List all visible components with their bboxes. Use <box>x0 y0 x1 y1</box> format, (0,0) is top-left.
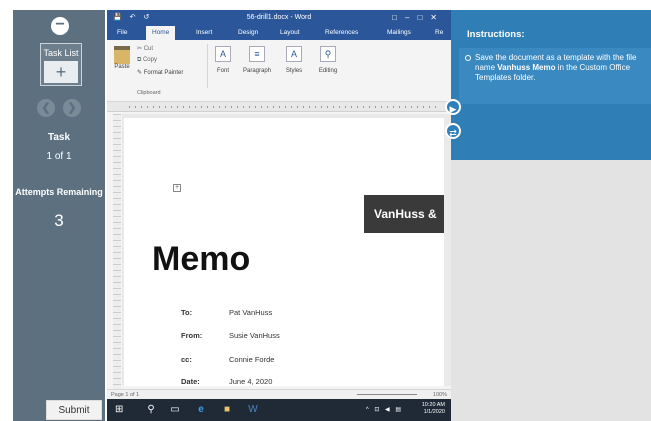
clipboard-icon <box>114 46 130 64</box>
task-view-icon[interactable]: ▭ <box>169 404 181 416</box>
task-counter: 1 of 1 <box>46 151 72 162</box>
attempts-count: 3 <box>54 211 64 230</box>
zoom-slider[interactable] <box>357 394 417 395</box>
font-label: Font <box>216 68 229 74</box>
edge-icon[interactable]: e <box>195 404 207 416</box>
search-icon[interactable]: ⚲ <box>145 404 157 416</box>
format-painter-label: Format Painter <box>143 70 184 76</box>
field-key: cc: <box>181 355 192 364</box>
vertical-ruler[interactable] <box>113 114 121 389</box>
brush-icon: ✎ <box>137 70 144 76</box>
ruler-ticks <box>129 106 441 108</box>
tab-design[interactable]: Design <box>238 26 258 40</box>
task-label: Task <box>47 132 71 143</box>
field-key: From: <box>181 331 203 340</box>
field-value: Connie Forde <box>229 355 275 364</box>
tab-mailings[interactable]: Mailings <box>387 26 411 40</box>
submit-button[interactable]: Submit <box>46 400 102 420</box>
ribbon-tabs: File Home Insert Design Layout Reference… <box>107 26 451 40</box>
plus-icon: + <box>44 61 78 83</box>
window-controls[interactable]: □–□✕ <box>392 10 445 26</box>
paragraph-icon: ≡ <box>249 46 265 62</box>
letterhead-banner: VanHuss & <box>364 195 444 233</box>
cut-label: Cut <box>143 46 154 52</box>
cut-button[interactable]: ✂ Cut <box>137 45 153 52</box>
title-bar: 💾 ↶ ↺ 56-drill1.docx - Word □–□✕ <box>107 10 451 26</box>
field-value: Susie VanHuss <box>229 331 280 340</box>
chevron-right-icon: ❯ <box>67 102 77 114</box>
field-value: June 4, 2020 <box>229 377 273 386</box>
instruction-item: Save the document as a template with the… <box>459 48 651 104</box>
tab-references[interactable]: References <box>325 26 358 40</box>
format-painter-button[interactable]: ✎ Format Painter <box>137 69 183 76</box>
play-button[interactable]: ▶ <box>445 99 461 115</box>
windows-start-icon[interactable]: ⊞ <box>115 405 123 415</box>
instructions-panel: Instructions: Save the document as a tem… <box>451 10 651 160</box>
word-window: 💾 ↶ ↺ 56-drill1.docx - Word □–□✕ File Ho… <box>107 10 451 421</box>
ribbon: Paste ✂ Cut ⧉ Copy ✎ Format Painter Clip… <box>107 40 451 102</box>
horizontal-ruler[interactable] <box>107 102 451 112</box>
tab-file[interactable]: File <box>117 26 127 40</box>
next-task-button[interactable]: ❯ <box>63 99 81 117</box>
circle-bullet-icon <box>465 55 471 61</box>
scissors-icon: ✂ <box>137 46 144 52</box>
collapse-button[interactable]: − <box>51 17 69 35</box>
search-icon: ⚲ <box>320 46 336 62</box>
document-page[interactable]: + VanHuss & Memo To: Pat VanHuss From: S… <box>124 118 444 386</box>
empty-panel <box>451 160 651 421</box>
paste-button[interactable]: Paste <box>112 46 132 72</box>
clipboard-group-label: Clipboard <box>137 90 161 96</box>
task-list-button[interactable]: Task List + <box>40 43 82 86</box>
windows-taskbar: ⊞ ⚲ ▭ e ■ W ^ ⊡ ◀ ▤ 10:20 AM 1/1/2020 <box>107 399 451 421</box>
table-move-handle[interactable]: + <box>173 184 181 192</box>
document-area[interactable]: + VanHuss & Memo To: Pat VanHuss From: S… <box>122 114 444 386</box>
font-icon: A <box>215 46 231 62</box>
paste-label: Paste <box>114 64 130 70</box>
instruction-filename: Vanhuss Memo <box>497 63 556 72</box>
field-key: Date: <box>181 377 200 386</box>
memo-heading: Memo <box>152 240 251 278</box>
chevron-left-icon: ❮ <box>41 102 51 114</box>
tab-insert[interactable]: Insert <box>196 26 212 40</box>
clock-date: 1/1/2020 <box>423 409 445 415</box>
instructions-title: Instructions: <box>467 29 525 40</box>
styles-icon: A <box>286 46 302 62</box>
instruction-text: Save the document as a template with the… <box>475 53 649 83</box>
tab-review[interactable]: Re <box>435 26 443 40</box>
clock-time: 10:20 AM <box>421 402 445 408</box>
copy-label: Copy <box>142 57 157 63</box>
field-key: To: <box>181 308 193 317</box>
task-list-label: Task List <box>43 48 79 58</box>
tab-home[interactable]: Home <box>146 26 176 40</box>
field-value: Pat VanHuss <box>229 308 273 317</box>
word-app-icon[interactable]: W <box>247 404 259 416</box>
editing-button[interactable]: ⚲ Editing <box>313 46 343 74</box>
styles-button[interactable]: A Styles <box>279 46 309 74</box>
task-sidebar: − Task List + ❮ ❯ Task 1 of 1 Attempts R… <box>13 10 105 421</box>
paragraph-label: Paragraph <box>242 68 272 74</box>
minus-icon: − <box>55 16 65 33</box>
previous-task-button[interactable]: ❮ <box>37 99 55 117</box>
play-icon: ▶ <box>449 104 457 114</box>
styles-label: Styles <box>285 68 303 74</box>
system-tray[interactable]: ^ ⊡ ◀ ▤ <box>366 406 403 413</box>
app-root: − Task List + ❮ ❯ Task 1 of 1 Attempts R… <box>0 0 651 421</box>
clock[interactable]: 10:20 AM 1/1/2020 <box>422 402 445 416</box>
swap-icon: ⇄ <box>449 128 457 138</box>
swap-button[interactable]: ⇄ <box>445 123 461 139</box>
paragraph-button[interactable]: ≡ Paragraph <box>242 46 272 74</box>
attempts-label: Attempts Remaining <box>15 187 103 197</box>
editing-label: Editing <box>318 68 338 74</box>
vertical-scrollbar[interactable] <box>444 114 451 386</box>
font-button[interactable]: A Font <box>208 46 238 74</box>
file-explorer-icon[interactable]: ■ <box>221 404 233 416</box>
copy-button[interactable]: ⧉ Copy <box>137 57 157 64</box>
tab-layout[interactable]: Layout <box>280 26 300 40</box>
status-bar: Page 1 of 1 100% <box>107 389 451 399</box>
